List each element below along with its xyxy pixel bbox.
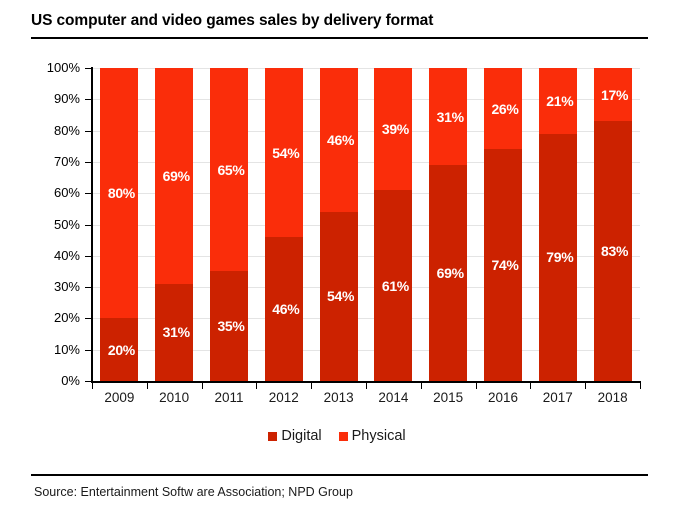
bar-column[interactable]: 26% 74% xyxy=(484,68,522,381)
x-axis-tick xyxy=(585,381,587,389)
legend-item-physical[interactable]: Physical xyxy=(338,428,406,444)
source-note: Source: Entertainment Softw are Associat… xyxy=(34,485,353,499)
x-axis-tick xyxy=(420,381,422,389)
bar-column[interactable]: 31% 69% xyxy=(429,68,468,381)
y-axis-tick xyxy=(85,130,92,132)
x-axis-tick xyxy=(311,381,313,389)
bar-column[interactable]: 21% 79% xyxy=(538,68,577,381)
y-axis-tick xyxy=(85,99,92,101)
bar-label-digital: 35% xyxy=(217,318,245,335)
bar-label-physical: 65% xyxy=(217,161,245,178)
x-axis-tick-label: 2018 xyxy=(597,390,628,405)
y-axis-tick xyxy=(85,318,92,320)
bar-column[interactable]: 69% 31% xyxy=(155,68,194,381)
bar-label-digital: 54% xyxy=(327,288,355,305)
legend-label: Physical xyxy=(351,428,406,444)
bar-label-physical: 39% xyxy=(381,121,409,138)
bar-column[interactable]: 65% 35% xyxy=(210,68,248,381)
y-axis-tick xyxy=(85,255,92,257)
y-axis-tick-label: 20% xyxy=(53,310,80,326)
y-axis-tick xyxy=(85,161,92,163)
bar-column[interactable]: 80% 20% xyxy=(100,68,139,381)
x-axis-tick xyxy=(201,381,203,389)
bar-column[interactable]: 39% 61% xyxy=(374,68,413,381)
bar-label-physical: 80% xyxy=(107,185,135,202)
legend-label: Digital xyxy=(281,428,322,444)
bar-label-physical: 26% xyxy=(491,100,519,117)
x-axis-tick-label: 2009 xyxy=(104,390,135,405)
bar-column[interactable]: 17% 83% xyxy=(593,68,632,381)
y-axis-tick-label: 0% xyxy=(61,373,80,388)
chart-legend: Digital Physical xyxy=(0,428,674,444)
bar-label-digital: 31% xyxy=(162,324,190,341)
bar-label-digital: 79% xyxy=(546,249,574,266)
x-axis-tick-label: 2017 xyxy=(542,390,573,405)
x-axis-tick xyxy=(256,381,258,389)
x-axis-tick-label: 2015 xyxy=(433,390,464,405)
y-axis-tick xyxy=(85,287,92,289)
y-axis-tick-label: 80% xyxy=(53,122,80,138)
x-axis-tick xyxy=(146,381,148,389)
x-axis-tick-label: 2013 xyxy=(323,390,354,405)
bar-label-physical: 31% xyxy=(436,108,464,125)
bar-column[interactable]: 46% 54% xyxy=(319,68,358,381)
bar-label-physical: 21% xyxy=(546,92,574,109)
y-axis-tick xyxy=(85,349,92,351)
bar-label-digital: 61% xyxy=(381,277,409,294)
bar-label-digital: 69% xyxy=(436,265,464,281)
y-axis-tick xyxy=(85,193,92,195)
bar-label-physical: 46% xyxy=(327,131,355,148)
y-axis-tick-label: 30% xyxy=(53,279,80,295)
y-axis-tick xyxy=(85,224,92,226)
legend-swatch-icon xyxy=(338,431,348,441)
x-axis-tick xyxy=(530,381,532,389)
x-axis-tick xyxy=(475,381,477,389)
source-divider xyxy=(31,474,648,476)
y-axis-tick-label: 100% xyxy=(46,60,80,75)
y-axis-tick xyxy=(85,381,92,382)
bar-label-physical: 54% xyxy=(272,144,300,161)
y-axis-tick-label: 60% xyxy=(53,185,80,201)
bar-label-digital: 74% xyxy=(491,257,519,274)
x-axis-tick xyxy=(640,381,641,389)
x-axis-tick-label: 2010 xyxy=(159,390,190,405)
legend-item-digital[interactable]: Digital xyxy=(268,428,322,444)
bar-column[interactable]: 54% 46% xyxy=(264,68,303,381)
bar-label-digital: 20% xyxy=(107,341,135,358)
x-axis-tick-label: 2011 xyxy=(214,390,244,405)
bar-label-digital: 46% xyxy=(272,301,300,317)
bar-label-physical: 69% xyxy=(162,167,190,184)
legend-swatch-icon xyxy=(268,431,278,441)
y-axis-tick-label: 70% xyxy=(53,153,80,169)
x-axis-tick-label: 2012 xyxy=(268,390,299,405)
x-axis-tick xyxy=(92,381,93,389)
y-axis-tick-label: 50% xyxy=(53,216,80,232)
y-axis-tick-label: 40% xyxy=(53,247,80,263)
x-axis-tick-label: 2016 xyxy=(487,390,519,405)
x-axis-tick xyxy=(366,381,367,389)
y-axis-tick-label: 10% xyxy=(53,341,80,357)
y-axis-tick xyxy=(85,68,92,69)
bar-label-physical: 17% xyxy=(601,86,629,103)
y-axis-tick-label: 90% xyxy=(53,91,80,107)
x-axis-tick-label: 2014 xyxy=(378,390,409,405)
bar-label-digital: 83% xyxy=(601,243,629,260)
